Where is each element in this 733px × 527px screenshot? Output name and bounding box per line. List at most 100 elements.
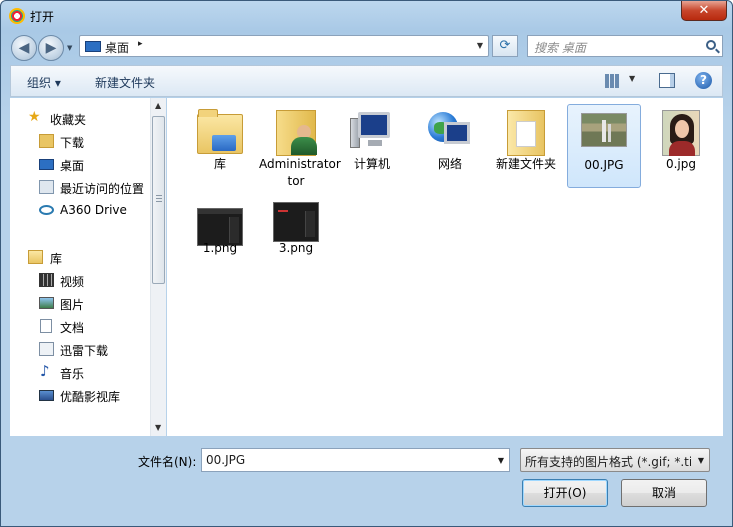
address-path[interactable]: 桌面 [105,39,129,56]
open-button[interactable]: 打开(O) [522,479,608,507]
desktop-icon [85,41,101,52]
file-name-line1: Administrator [259,157,341,171]
file-item[interactable]: 库 [183,104,257,188]
sidebar-item-thunder-downloads[interactable]: 迅雷下载 [10,339,150,359]
sidebar-item-a360-drive[interactable]: A360 Drive [10,200,150,220]
window-title: 打开 [30,10,55,24]
library-icon [28,250,43,264]
computer-monitor [358,112,390,138]
sidebar-item-label: 图片 [60,298,85,312]
file-type-value: 所有支持的图片格式 (*.gif; *.tif [525,455,691,469]
address-bar[interactable]: 桌面 ▸ ▼ [79,35,489,57]
file-item[interactable]: 网络 [413,104,487,188]
star-icon: ★ [28,109,41,125]
scrollbar-thumb[interactable] [152,116,165,284]
view-options-icon[interactable] [605,74,619,88]
thunder-download-icon [39,342,54,356]
sidebar-item-videos[interactable]: 视频 [10,270,150,290]
file-item[interactable]: 新建文件夹 [489,104,563,188]
sidebar-item-documents[interactable]: 文档 [10,316,150,336]
network-monitor [444,122,470,144]
folder-tab [198,109,218,117]
search-input[interactable]: 搜索 桌面 [534,39,586,56]
preview-pane-icon[interactable] [659,73,675,88]
folder-paper [516,121,536,147]
sidebar-item-music[interactable]: ♪ 音乐 [10,362,150,382]
sidebar-item-label: 优酷影视库 [60,390,121,404]
scroll-up-icon[interactable]: ▲ [155,101,161,110]
file-name: 网络 [437,157,462,171]
documents-icon [40,319,52,333]
file-name: Administrator tor [259,156,341,190]
filename-input[interactable]: 00.JPG [206,453,245,467]
pictures-icon [39,297,54,309]
portrait-face [675,120,689,138]
organize-menu[interactable]: 组织 ▾ [27,74,61,91]
recent-locations-dropdown[interactable]: ▼ [67,44,72,52]
close-button[interactable]: ✕ [681,1,727,21]
portrait-body [669,141,695,156]
forward-button[interactable]: ▶ [38,35,64,61]
thumbnail-panel [305,211,315,237]
thumbnail-menubar [198,209,242,214]
person-body [291,137,317,155]
monitor-stand [368,140,382,146]
sidebar-item-pictures[interactable]: 图片 [10,293,150,313]
filter-dropdown-icon[interactable]: ▼ [698,456,704,465]
file-item-selected[interactable]: 00.JPG [567,104,641,188]
file-item[interactable]: 1.png [183,198,257,282]
file-item[interactable]: 0.jpg [644,104,718,188]
file-item[interactable]: Administrator tor [259,104,341,190]
recent-places-icon [39,180,54,194]
sidebar-item-label: 库 [50,252,63,266]
search-box[interactable]: 搜索 桌面 [527,35,723,57]
file-item[interactable]: 3.png [259,198,333,282]
command-toolbar: 组织 ▾ 新建文件夹 ▼ ? [10,65,723,97]
app-icon [9,8,25,24]
sidebar-item-downloads[interactable]: 下载 [10,131,150,151]
file-name: 0.jpg [665,157,697,171]
sidebar-item-desktop[interactable]: 桌面 [10,154,150,174]
file-name-line2: tor [287,174,305,188]
new-folder-button[interactable]: 新建文件夹 [95,74,155,91]
file-type-filter[interactable]: 所有支持的图片格式 (*.gif; *.tif ▼ [520,448,710,472]
navigation-scrollbar[interactable]: ▲ ▼ [150,98,166,436]
file-item[interactable]: 计算机 [335,104,409,188]
scroll-down-icon[interactable]: ▼ [155,423,161,432]
address-dropdown-icon[interactable]: ▼ [477,41,483,50]
filename-combobox[interactable]: 00.JPG ▼ [201,448,510,472]
file-name: 库 [213,157,226,171]
video-icon [39,273,54,287]
crane-figure [602,120,606,142]
library-folder-icon [197,109,243,154]
music-icon: ♪ [40,362,50,380]
folder-icon [507,110,545,156]
desktop-icon [39,159,54,170]
sidebar-item-youku-library[interactable]: 优酷影视库 [10,385,150,405]
sidebar-item-label: 下载 [60,136,85,150]
sidebar-item-recent-places[interactable]: 最近访问的位置 [10,177,150,197]
sidebar-item-label: 收藏夹 [50,113,87,127]
search-icon[interactable] [706,40,716,50]
refresh-button[interactable]: ⟳ [492,35,518,57]
sidebar-item-label: 视频 [60,275,85,289]
title-bar[interactable]: 打开 ✕ [1,1,732,31]
back-button[interactable]: ◀ [11,35,37,61]
cancel-button[interactable]: 取消 [621,479,707,507]
user-folder-icon [276,110,317,156]
filename-dropdown-icon[interactable]: ▼ [498,456,504,465]
sidebar-item-label: 最近访问的位置 [60,182,145,196]
refresh-icon: ⟳ [499,38,511,53]
help-icon[interactable]: ? [695,72,712,89]
sidebar-item-label: 文档 [60,321,85,335]
file-name: 3.png [278,241,314,255]
sidebar-item-label: 桌面 [60,159,85,173]
view-dropdown-icon[interactable]: ▼ [629,74,635,83]
navigation-pane: ★ 收藏夹 下载 桌面 最近访问的位置 A360 Drive 库 视频 图片 文… [10,98,166,436]
network-icon [428,110,472,150]
sidebar-item-libraries[interactable]: 库 [10,247,150,267]
breadcrumb-separator[interactable]: ▸ [138,39,143,49]
file-name: 新建文件夹 [495,157,556,171]
sidebar-item-favorites[interactable]: ★ 收藏夹 [10,108,150,128]
filename-label: 文件名(N): [138,455,197,469]
